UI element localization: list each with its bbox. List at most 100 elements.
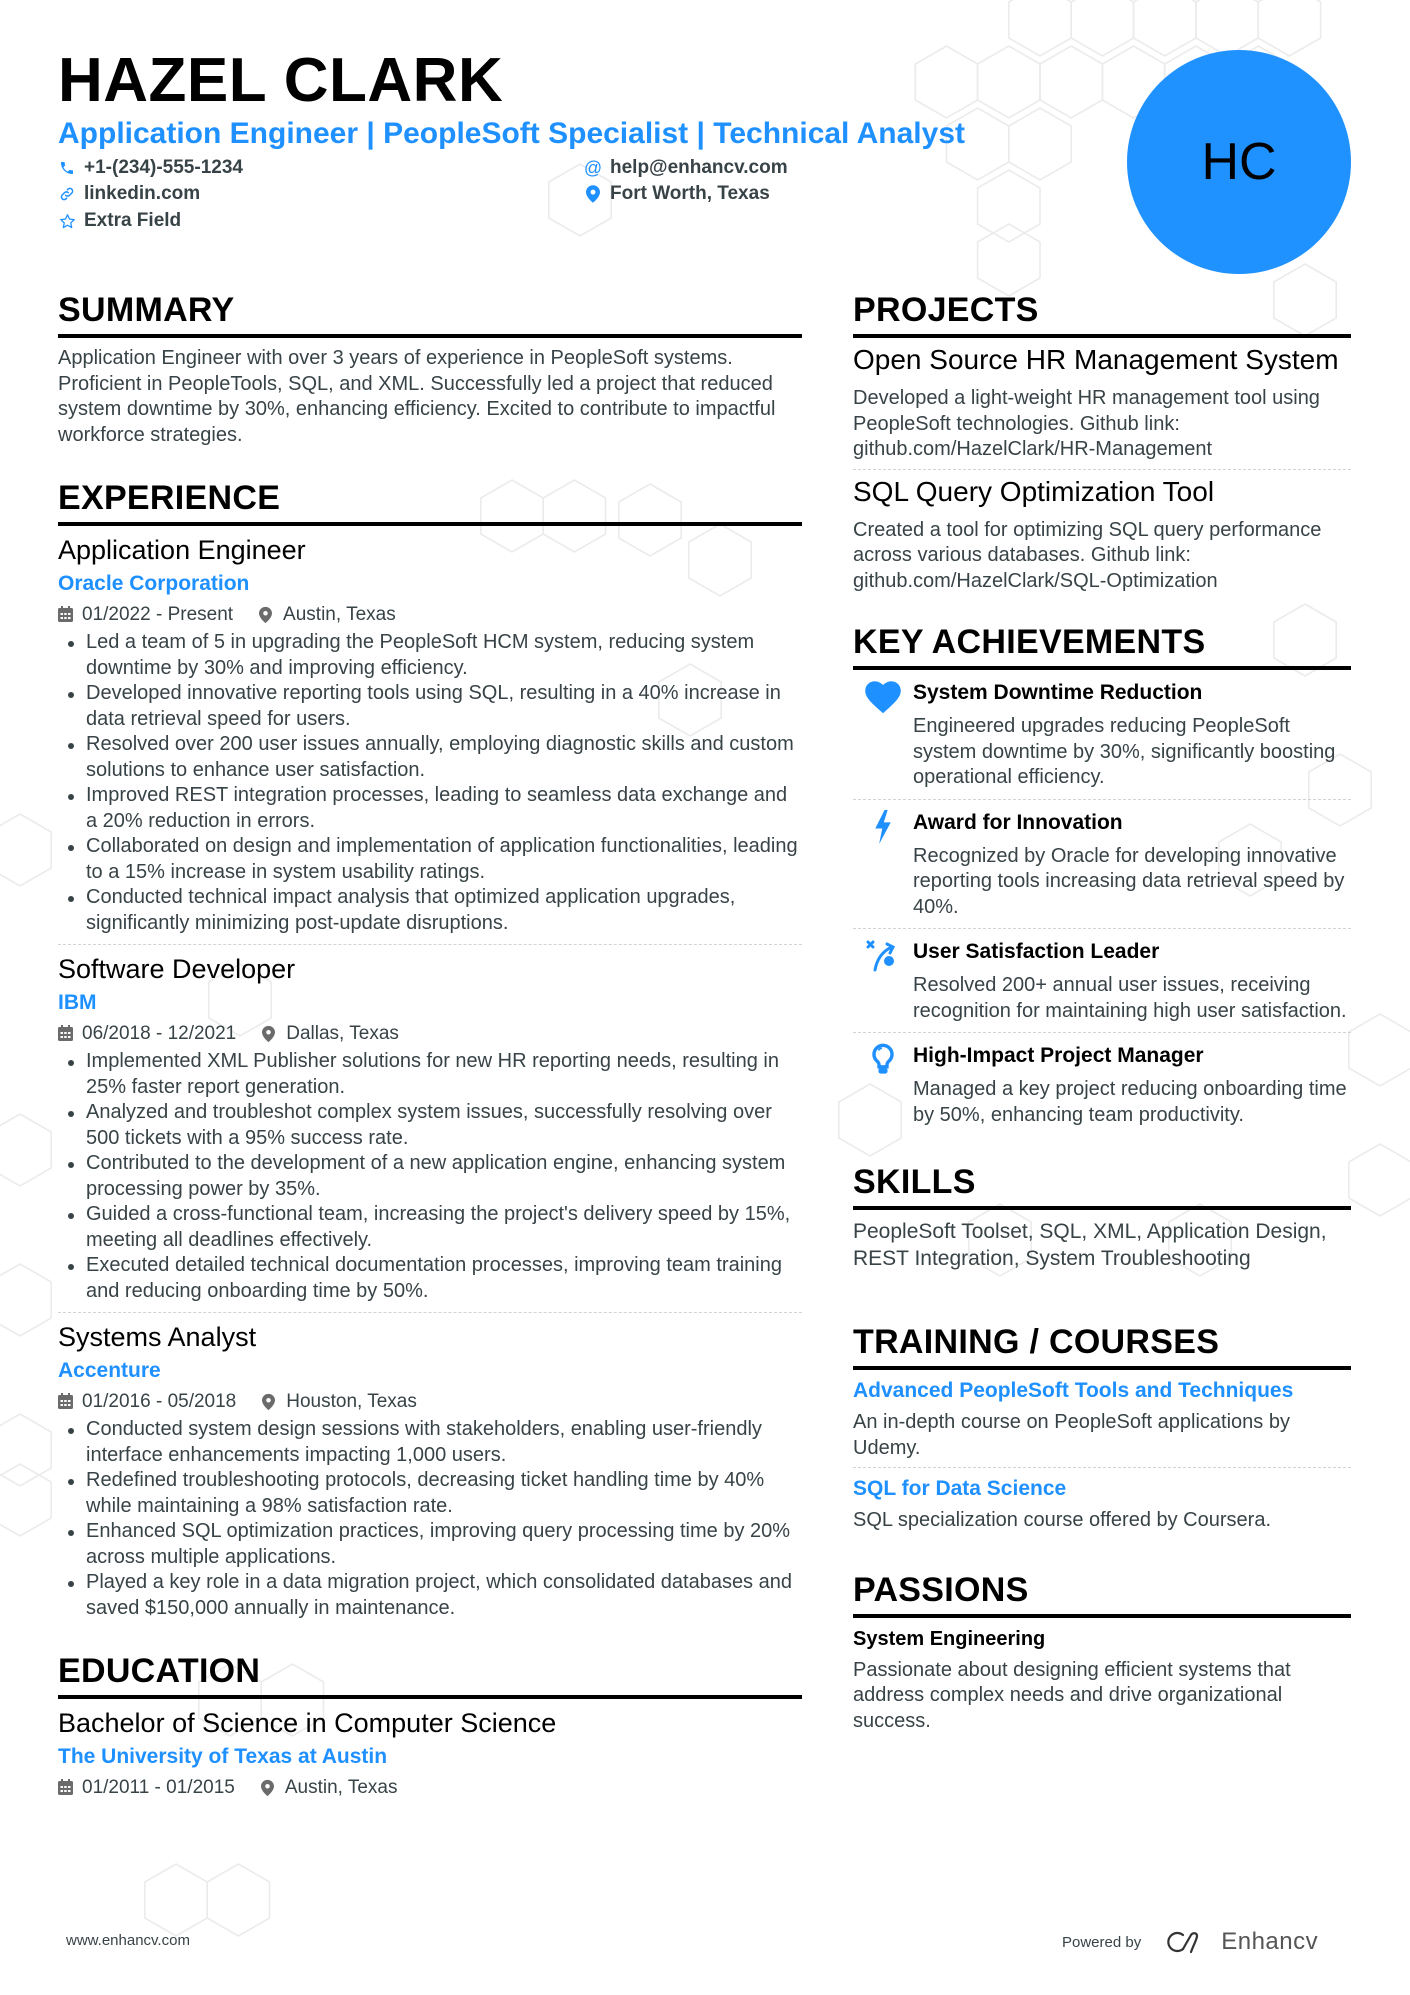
star-icon — [58, 212, 76, 230]
job-title: Application Engineer — [58, 535, 306, 565]
location-pin-icon — [260, 1779, 277, 1797]
education-item: Bachelor of Science in Computer Science … — [58, 1699, 802, 1811]
company-name: Accenture — [58, 1359, 161, 1382]
extra-field-value: Extra Field — [84, 210, 182, 231]
company-name: IBM — [58, 991, 97, 1014]
company-name: Oracle Corporation — [58, 572, 250, 595]
training-section: TRAINING / COURSES Advanced PeopleSoft T… — [853, 1322, 1351, 1540]
education-dates: 01/2011 - 01/2015 — [82, 1777, 235, 1798]
job-bullet: Implemented XML Publisher solutions for … — [58, 1049, 802, 1100]
projects-heading: PROJECTS — [853, 290, 1351, 338]
candidate-name: HAZEL CLARK — [58, 46, 504, 115]
project-title: SQL Query Optimization Tool — [853, 475, 1215, 507]
calendar-icon — [58, 1393, 74, 1411]
project-description: Created a tool for optimizing SQL query … — [853, 518, 1322, 592]
summary-heading: SUMMARY — [58, 290, 802, 338]
job-dates: 06/2018 - 12/2021 — [82, 1023, 237, 1044]
background-hexagon — [1348, 1143, 1410, 1217]
phone-value: +1-(234)-555-1234 — [84, 157, 243, 178]
job-bullets: Led a team of 5 in upgrading the PeopleS… — [58, 630, 802, 936]
job-bullets: Implemented XML Publisher solutions for … — [58, 1049, 802, 1304]
summary-text: Application Engineer with over 3 years o… — [58, 347, 776, 446]
achievement-description: Managed a key project reducing onboardin… — [913, 1078, 1347, 1126]
lightbulb-icon — [853, 1041, 913, 1128]
job-bullet: Led a team of 5 in upgrading the PeopleS… — [58, 630, 802, 681]
location-pin-icon — [262, 1393, 278, 1411]
job-bullet: Enhanced SQL optimization practices, imp… — [58, 1519, 802, 1570]
job-bullet: Improved REST integration processes, lea… — [58, 783, 802, 834]
contact-location: Fort Worth, Texas — [584, 181, 770, 207]
background-hexagon — [1039, 45, 1104, 119]
job-bullet: Collaborated on design and implementatio… — [58, 834, 802, 885]
location-value: Fort Worth, Texas — [610, 183, 770, 204]
education-location-text: Austin, Texas — [284, 1777, 398, 1798]
background-hexagon — [1007, 107, 1072, 181]
achievements-section: KEY ACHIEVEMENTS System Downtime Reducti… — [853, 622, 1351, 1136]
achievements-heading: KEY ACHIEVEMENTS — [853, 622, 1351, 670]
achievement-title: High-Impact Project Manager — [913, 1044, 1204, 1067]
at-icon: @ — [583, 158, 603, 178]
project-description: Developed a light-weight HR management t… — [853, 387, 1320, 460]
background-hexagon — [976, 223, 1041, 297]
projects-section: PROJECTS Open Source HR Management Syste… — [853, 290, 1351, 600]
job-location: Houston, Texas — [262, 1387, 417, 1417]
job-meta: 01/2022 - Present Austin, Texas — [58, 600, 802, 630]
job-location-text: Austin, Texas — [283, 604, 396, 625]
course-title: Advanced PeopleSoft Tools and Techniques — [853, 1379, 1294, 1402]
skills-text: PeopleSoft Toolset, SQL, XML, Applicatio… — [853, 1220, 1327, 1270]
passions-heading: PASSIONS — [853, 1570, 1351, 1618]
experience-item: Software Developer IBM 06/2018 - 12/2021… — [58, 945, 802, 1313]
job-bullets: Conducted system design sessions with st… — [58, 1417, 802, 1621]
background-hexagon — [0, 1463, 53, 1537]
job-meta: 01/2016 - 05/2018 Houston, Texas — [58, 1387, 802, 1417]
linkedin-value: linkedin.com — [84, 183, 201, 204]
achievement-title: System Downtime Reduction — [913, 681, 1203, 704]
enhancv-logo[interactable]: Enhancv — [1167, 1928, 1318, 1956]
calendar-icon — [58, 606, 74, 624]
degree: Bachelor of Science in Computer Science — [58, 1708, 557, 1738]
avatar-initials: HC — [1201, 133, 1277, 191]
job-bullet: Executed detailed technical documentatio… — [58, 1253, 802, 1304]
passions-section: PASSIONS System Engineering Passionate a… — [853, 1570, 1351, 1735]
course-item: Advanced PeopleSoft Tools and Techniques… — [853, 1370, 1351, 1468]
enhancv-logo-icon — [1167, 1931, 1199, 1954]
course-description: SQL specialization course offered by Cou… — [853, 1509, 1271, 1531]
location-pin-icon — [259, 606, 275, 624]
skills-heading: SKILLS — [853, 1162, 1351, 1210]
achievement-item: System Downtime Reduction Engineered upg… — [853, 670, 1351, 800]
background-hexagon — [914, 45, 979, 119]
passion-title: System Engineering — [853, 1627, 1046, 1650]
contact-email[interactable]: @ help@enhancv.com — [584, 155, 788, 181]
background-hexagon — [976, 45, 1041, 119]
job-dates: 01/2022 - Present — [82, 604, 234, 625]
job-bullet: Contributed to the development of a new … — [58, 1151, 802, 1202]
job-bullet: Played a key role in a data migration pr… — [58, 1570, 802, 1621]
job-dates: 01/2016 - 05/2018 — [82, 1391, 237, 1412]
project-title: Open Source HR Management System — [853, 344, 1339, 375]
job-location-text: Dallas, Texas — [286, 1023, 399, 1044]
background-hexagon — [0, 1263, 53, 1337]
contact-linkedin[interactable]: linkedin.com — [58, 181, 200, 207]
background-hexagon — [144, 1863, 208, 1937]
job-bullet: Developed innovative reporting tools usi… — [58, 681, 802, 732]
achievement-description: Resolved 200+ annual user issues, receiv… — [913, 974, 1347, 1022]
training-heading: TRAINING / COURSES — [853, 1322, 1351, 1370]
job-title: Systems Analyst — [58, 1322, 257, 1352]
strategy-icon — [853, 937, 913, 1024]
background-hexagon — [206, 1863, 271, 1937]
footer-website[interactable]: www.enhancv.com — [66, 1932, 190, 1949]
job-location: Austin, Texas — [259, 600, 396, 630]
lightning-icon — [853, 808, 913, 921]
job-bullet: Conducted system design sessions with st… — [58, 1417, 802, 1468]
background-hexagon — [1257, 0, 1322, 57]
achievement-description: Recognized by Oracle for developing inno… — [913, 844, 1345, 918]
skills-section: SKILLS PeopleSoft Toolset, SQL, XML, App… — [853, 1162, 1351, 1272]
project-item: Open Source HR Management System Develop… — [853, 338, 1351, 470]
achievement-item: User Satisfaction Leader Resolved 200+ a… — [853, 929, 1351, 1033]
experience-item: Systems Analyst Accenture 01/2016 - 05/2… — [58, 1313, 802, 1629]
location-pin-icon — [584, 185, 602, 203]
contact-phone[interactable]: +1-(234)-555-1234 — [58, 155, 243, 181]
education-meta: 01/2011 - 01/2015 Austin, Texas — [58, 1773, 802, 1803]
course-item: SQL for Data Science SQL specialization … — [853, 1468, 1351, 1540]
achievement-description: Engineered upgrades reducing PeopleSoft … — [913, 715, 1336, 788]
